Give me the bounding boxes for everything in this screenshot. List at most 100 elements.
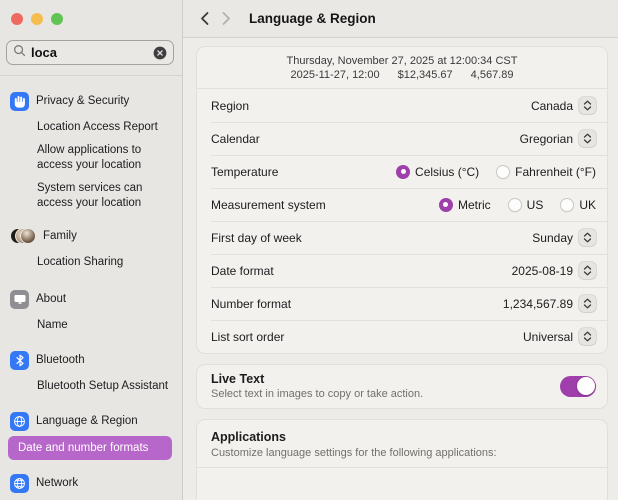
sidebar-item-family[interactable]: Family (10, 225, 174, 247)
formats-card: Thursday, November 27, 2025 at 12:00:34 … (196, 46, 608, 354)
traffic-lights (0, 0, 182, 25)
sidebar-item-bluetooth-setup-assistant[interactable]: Bluetooth Setup Assistant (37, 379, 174, 394)
bluetooth-icon (10, 351, 29, 370)
chevron-up-down-icon[interactable] (579, 262, 596, 279)
live-text-card: Live Text Select text in images to copy … (196, 364, 608, 409)
number-format-label: Number format (211, 297, 291, 311)
sidebar-item-date-number-formats-selected[interactable]: Date and number formats (8, 436, 172, 460)
calendar-dropdown[interactable]: Gregorian (520, 130, 596, 147)
settings-scroll-area[interactable]: Thursday, November 27, 2025 at 12:00:34 … (183, 38, 618, 500)
list-sort-label: List sort order (211, 330, 284, 344)
language-globe-icon (10, 412, 29, 431)
back-button[interactable] (193, 7, 215, 31)
search-input[interactable] (31, 45, 148, 60)
calendar-value: Gregorian (520, 132, 573, 146)
radio-selected-icon[interactable] (396, 165, 410, 179)
chevron-up-down-icon[interactable] (579, 130, 596, 147)
search-block (0, 25, 182, 76)
sidebar-item-label: Language & Region (36, 415, 138, 427)
sidebar-item-network[interactable]: Network (10, 472, 174, 494)
date-format-value: 2025-08-19 (512, 264, 573, 278)
sidebar-item-privacy-security[interactable]: Privacy & Security (10, 90, 174, 112)
number-format-dropdown[interactable]: 1,234,567.89 (503, 295, 596, 312)
list-sort-dropdown[interactable]: Universal (523, 328, 596, 345)
system-settings-window: Privacy & Security Location Access Repor… (0, 0, 618, 500)
toggle-knob[interactable] (577, 377, 595, 395)
first-day-value: Sunday (532, 231, 573, 245)
minimize-button[interactable] (31, 13, 43, 25)
list-sort-value: Universal (523, 330, 573, 344)
sidebar-item-label: About (36, 293, 66, 305)
applications-subtitle: Customize language settings for the foll… (211, 447, 593, 459)
uk-label: UK (579, 198, 596, 212)
row-list-sort-order: List sort order Universal (197, 320, 607, 353)
row-measurement-system: Measurement system Metric US UK (197, 188, 607, 221)
search-field[interactable] (6, 40, 174, 65)
radio-unselected-icon[interactable] (496, 165, 510, 179)
sidebar-item-label: Family (43, 230, 77, 242)
temperature-radio-group: Celsius (°C) Fahrenheit (°F) (396, 165, 596, 179)
date-format-dropdown[interactable]: 2025-08-19 (512, 262, 596, 279)
fahrenheit-label: Fahrenheit (°F) (515, 165, 596, 179)
celsius-radio[interactable]: Celsius (°C) (396, 165, 479, 179)
sidebar-item-language-region[interactable]: Language & Region (10, 410, 174, 432)
applications-title: Applications (211, 430, 593, 444)
region-label: Region (211, 99, 249, 113)
region-value: Canada (531, 99, 573, 113)
uk-radio[interactable]: UK (560, 198, 596, 212)
chevron-up-down-icon[interactable] (579, 295, 596, 312)
sidebar-item-location-access-report[interactable]: Location Access Report (37, 120, 174, 135)
row-region: Region Canada (197, 89, 607, 122)
family-avatars-icon (10, 227, 36, 246)
preview-line-examples: 2025-11-27, 12:00 $12,345.67 4,567.89 (209, 68, 595, 82)
region-dropdown[interactable]: Canada (531, 97, 596, 114)
sidebar-results-list: Privacy & Security Location Access Repor… (0, 76, 182, 494)
about-display-icon (10, 290, 29, 309)
radio-selected-icon[interactable] (439, 198, 453, 212)
sidebar-item-bluetooth[interactable]: Bluetooth (10, 349, 174, 371)
search-icon (13, 44, 26, 62)
page-title: Language & Region (249, 11, 376, 26)
row-calendar: Calendar Gregorian (197, 122, 607, 155)
date-format-label: Date format (211, 264, 274, 278)
sidebar-item-system-services[interactable]: System services can access your location (37, 181, 174, 211)
preview-short-datetime: 2025-11-27, 12:00 (291, 69, 380, 81)
radio-unselected-icon[interactable] (560, 198, 574, 212)
live-text-title: Live Text (211, 372, 423, 386)
sidebar-item-label: Privacy & Security (36, 95, 129, 107)
chevron-up-down-icon[interactable] (579, 97, 596, 114)
close-button[interactable] (11, 13, 23, 25)
metric-radio[interactable]: Metric (439, 198, 491, 212)
first-day-dropdown[interactable]: Sunday (532, 229, 596, 246)
measurement-label: Measurement system (211, 198, 326, 212)
sidebar-item-location-sharing[interactable]: Location Sharing (37, 255, 174, 270)
measurement-radio-group: Metric US UK (439, 198, 596, 212)
network-globe-icon (10, 474, 29, 493)
chevron-up-down-icon[interactable] (579, 328, 596, 345)
fahrenheit-radio[interactable]: Fahrenheit (°F) (496, 165, 596, 179)
applications-empty-list (197, 468, 607, 500)
row-first-day-of-week: First day of week Sunday (197, 221, 607, 254)
first-day-label: First day of week (211, 231, 302, 245)
live-text-toggle[interactable] (560, 376, 596, 397)
radio-unselected-icon[interactable] (508, 198, 522, 212)
row-number-format: Number format 1,234,567.89 (197, 287, 607, 320)
number-format-value: 1,234,567.89 (503, 297, 573, 311)
clear-search-icon[interactable] (153, 46, 167, 60)
sidebar-item-label: Bluetooth (36, 354, 85, 366)
live-text-info: Live Text Select text in images to copy … (211, 372, 423, 400)
preview-number: 4,567.89 (471, 69, 514, 81)
sidebar-item-name[interactable]: Name (37, 318, 174, 333)
temperature-label: Temperature (211, 165, 278, 179)
zoom-button[interactable] (51, 13, 63, 25)
applications-card: Applications Customize language settings… (196, 419, 608, 500)
celsius-label: Celsius (°C) (415, 165, 479, 179)
chevron-up-down-icon[interactable] (579, 229, 596, 246)
us-label: US (527, 198, 544, 212)
sidebar-item-allow-applications[interactable]: Allow applications to access your locati… (37, 143, 174, 173)
us-radio[interactable]: US (508, 198, 544, 212)
forward-button[interactable] (215, 7, 237, 31)
preview-currency: $12,345.67 (398, 69, 453, 81)
sidebar-item-about[interactable]: About (10, 288, 174, 310)
row-date-format: Date format 2025-08-19 (197, 254, 607, 287)
